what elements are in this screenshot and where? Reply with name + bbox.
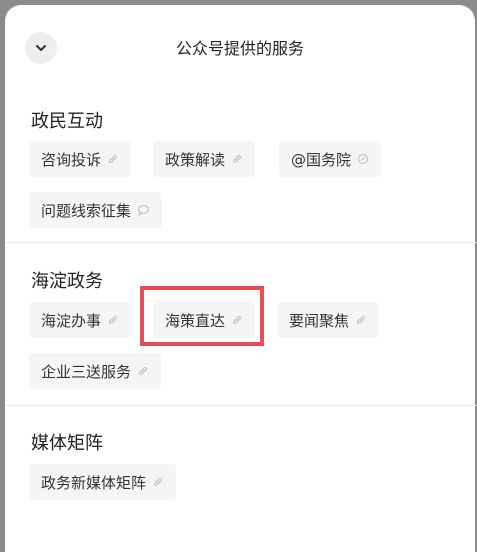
- miniprogram-icon: [357, 153, 369, 165]
- chat-bubble-icon: [137, 205, 150, 216]
- link-icon: [109, 316, 118, 324]
- section-title-media-matrix: 媒体矩阵: [31, 433, 103, 454]
- service-item-label: 海策直达: [165, 311, 226, 330]
- service-item-policy-direct[interactable]: 海策直达: [153, 302, 256, 338]
- section-divider: [5, 242, 477, 243]
- services-bottom-sheet: 公众号提供的服务 政民互动 咨询投诉 政策解读 @国务院 问题线索征集 海淀政务…: [5, 5, 477, 552]
- service-item-consult-complaint[interactable]: 咨询投诉: [29, 141, 132, 177]
- service-item-news-focus[interactable]: 要闻聚焦: [277, 302, 380, 338]
- service-item-label: 海淀办事: [41, 311, 102, 330]
- section-title-interaction: 政民互动: [31, 111, 103, 132]
- sheet-title: 公众号提供的服务: [175, 39, 304, 58]
- service-item-state-council[interactable]: @国务院: [279, 141, 382, 177]
- service-item-enterprise-services[interactable]: 企业三送服务: [29, 353, 162, 389]
- service-item-policy-interpretation[interactable]: 政策解读: [153, 141, 256, 177]
- service-item-new-media-matrix[interactable]: 政务新媒体矩阵: [29, 464, 177, 500]
- section-divider: [5, 405, 477, 406]
- service-item-label: @国务院: [291, 150, 352, 169]
- service-item-label: 问题线索征集: [41, 201, 132, 220]
- service-item-label: 企业三送服务: [41, 362, 132, 381]
- service-item-label: 政务新媒体矩阵: [41, 473, 147, 492]
- link-icon: [154, 478, 163, 486]
- section-title-haidian: 海淀政务: [31, 271, 103, 292]
- sheet-header: 公众号提供的服务: [5, 5, 475, 83]
- link-icon: [357, 316, 366, 324]
- link-icon: [139, 367, 148, 375]
- service-item-label: 政策解读: [165, 150, 226, 169]
- link-icon: [233, 155, 242, 163]
- service-item-label: 咨询投诉: [41, 150, 102, 169]
- service-item-haidian-affairs[interactable]: 海淀办事: [29, 302, 132, 338]
- service-item-label: 要闻聚焦: [289, 311, 350, 330]
- link-icon: [109, 155, 118, 163]
- link-icon: [233, 316, 242, 324]
- service-item-clue-collection[interactable]: 问题线索征集: [29, 192, 163, 228]
